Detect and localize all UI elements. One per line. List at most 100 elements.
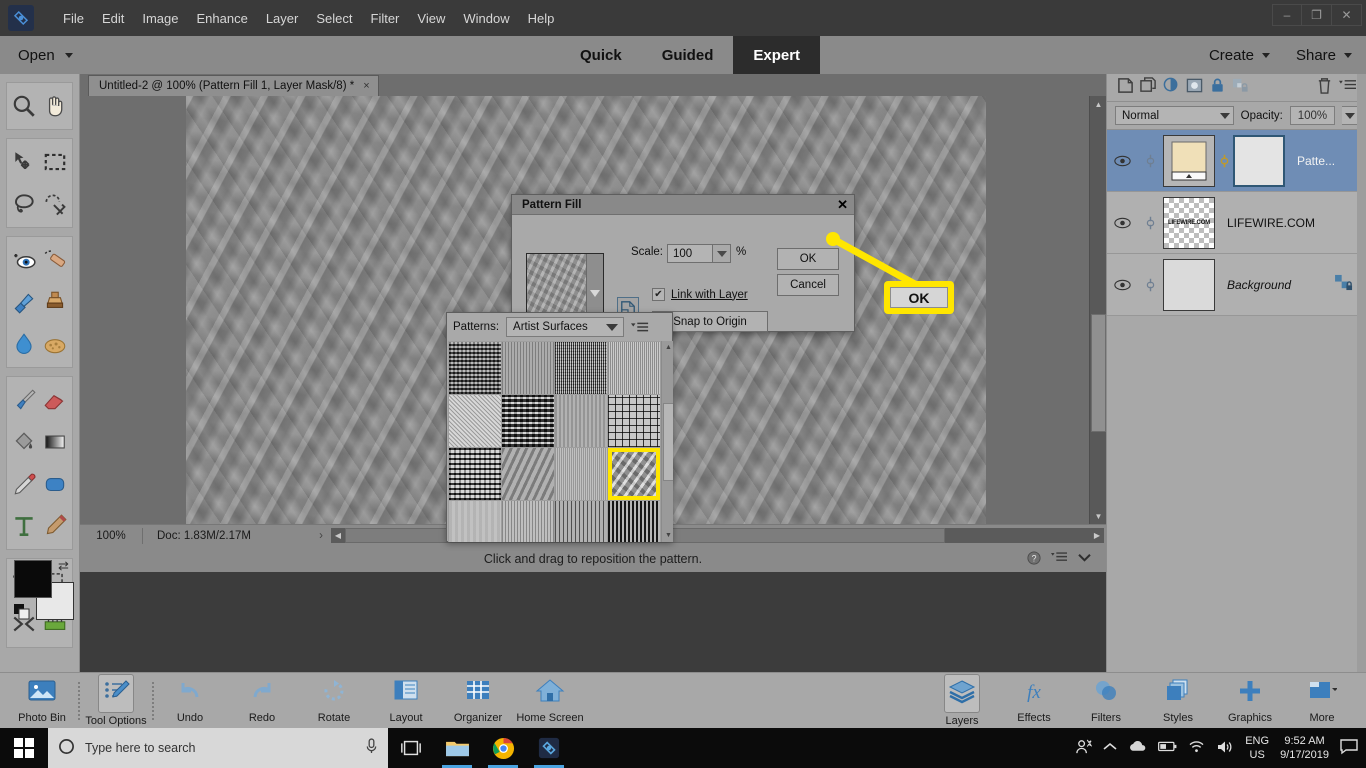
eye-icon[interactable] <box>1107 155 1137 167</box>
red-eye-removal-tool[interactable] <box>9 239 40 281</box>
pattern-swatch-fine-grain-light[interactable] <box>608 342 660 394</box>
panel-menu-icon[interactable] <box>1051 551 1067 567</box>
menu-edit[interactable]: Edit <box>93 7 133 30</box>
layers-button[interactable]: Layers <box>926 674 998 728</box>
pattern-swatch-paper-plain[interactable] <box>555 395 607 447</box>
sponge-tool[interactable] <box>40 323 71 365</box>
close-button[interactable]: ✕ <box>1332 4 1362 26</box>
language-indicator[interactable]: ENG US <box>1245 734 1269 762</box>
shape-tool[interactable] <box>40 463 71 505</box>
open-button[interactable]: Open <box>18 47 73 64</box>
tab-guided[interactable]: Guided <box>642 36 734 74</box>
duplicate-layer-icon[interactable] <box>1140 76 1157 99</box>
scroll-right-arrow-icon[interactable]: ▶ <box>1090 528 1104 543</box>
lock-icon[interactable] <box>1209 77 1226 99</box>
tab-expert[interactable]: Expert <box>733 36 821 74</box>
pencil-tool[interactable] <box>40 505 71 547</box>
menu-window[interactable]: Window <box>454 7 518 30</box>
layer-row-background[interactable]: Background <box>1107 254 1366 316</box>
menu-layer[interactable]: Layer <box>257 7 308 30</box>
notification-icon[interactable] <box>1340 738 1358 758</box>
hand-tool[interactable] <box>40 85 71 127</box>
menu-enhance[interactable]: Enhance <box>188 7 257 30</box>
layer-thumbnail[interactable] <box>1163 258 1215 311</box>
link-with-layer-checkbox[interactable]: ✔ <box>652 288 665 301</box>
panel-menu-icon[interactable] <box>1339 77 1356 99</box>
file-explorer-icon[interactable] <box>434 728 480 768</box>
pattern-swatch-marble-mid[interactable] <box>502 448 554 500</box>
people-icon[interactable] <box>1075 738 1093 758</box>
pattern-grid[interactable] <box>448 341 661 542</box>
link-icon[interactable] <box>1137 277 1163 293</box>
battery-icon[interactable] <box>1158 741 1177 755</box>
chevron-down-icon[interactable] <box>1077 552 1092 566</box>
organizer-button[interactable]: Organizer <box>442 674 514 728</box>
create-button[interactable]: Create <box>1209 47 1270 64</box>
mask-link-icon[interactable] <box>1215 153 1233 169</box>
microphone-icon[interactable] <box>365 738 378 758</box>
volume-icon[interactable] <box>1216 740 1234 757</box>
search-input[interactable]: Type here to search <box>48 728 388 768</box>
effects-button[interactable]: fx Effects <box>998 674 1070 728</box>
filters-button[interactable]: Filters <box>1070 674 1142 728</box>
scrollbar-thumb[interactable] <box>1091 314 1106 432</box>
tool-options-button[interactable]: Tool Options <box>80 674 152 728</box>
windows-start-icon[interactable] <box>0 728 48 768</box>
menu-filter[interactable]: Filter <box>362 7 409 30</box>
layers-panel-scrollbar[interactable] <box>1357 74 1366 672</box>
quick-selection-tool[interactable] <box>40 183 71 225</box>
add-layer-icon[interactable] <box>1117 77 1134 99</box>
opacity-dropdown-arrow-icon[interactable] <box>1342 106 1358 125</box>
pattern-swatch-rough-plaster[interactable] <box>608 448 660 500</box>
onedrive-icon[interactable] <box>1128 740 1147 756</box>
scale-dropdown-arrow-icon[interactable] <box>713 244 731 263</box>
document-tab[interactable]: Untitled-2 @ 100% (Pattern Fill 1, Layer… <box>88 75 379 96</box>
move-tool[interactable] <box>9 141 40 183</box>
zoom-level[interactable]: 100% <box>80 530 142 542</box>
wifi-icon[interactable] <box>1188 740 1205 756</box>
photoshop-elements-icon[interactable] <box>526 728 572 768</box>
pattern-preview-swatch[interactable] <box>526 253 604 315</box>
scroll-down-arrow-icon[interactable]: ▼ <box>662 529 673 542</box>
default-colors-icon[interactable] <box>14 604 30 620</box>
more-button[interactable]: More <box>1286 674 1358 728</box>
panel-menu-icon[interactable] <box>631 320 649 334</box>
type-tool[interactable] <box>9 505 40 547</box>
home-screen-button[interactable]: Home Screen <box>514 674 586 728</box>
show-hidden-icons-chevron[interactable] <box>1103 742 1117 755</box>
clock[interactable]: 9:52 AM 9/17/2019 <box>1280 734 1329 762</box>
close-icon[interactable]: × <box>363 80 369 92</box>
layer-thumbnail[interactable]: LIFEWIRE.COM <box>1163 196 1215 249</box>
swap-colors-icon[interactable]: ⇄ <box>58 558 69 574</box>
menu-select[interactable]: Select <box>307 7 361 30</box>
rotate-button[interactable]: Rotate <box>298 674 370 728</box>
link-icon[interactable] <box>1137 215 1163 231</box>
restore-button[interactable]: ❐ <box>1302 4 1332 26</box>
pattern-picker-dropdown-arrow-icon[interactable] <box>586 254 603 314</box>
pattern-swatch-smooth-light[interactable] <box>449 501 501 542</box>
menu-view[interactable]: View <box>408 7 454 30</box>
link-icon[interactable] <box>1137 153 1163 169</box>
pattern-preset-select[interactable]: Artist Surfaces <box>506 317 625 337</box>
pattern-swatch-burlap-dark[interactable] <box>449 342 501 394</box>
gradient-tool[interactable] <box>40 421 71 463</box>
redo-button[interactable]: Redo <box>226 674 298 728</box>
status-expand-arrow-icon[interactable]: › <box>313 530 329 542</box>
rectangular-marquee-tool[interactable] <box>40 141 71 183</box>
adjustment-layer-icon[interactable] <box>1163 77 1180 99</box>
eye-icon[interactable] <box>1107 217 1137 229</box>
clone-stamp-tool[interactable] <box>40 281 71 323</box>
ok-button[interactable]: OK <box>777 248 839 270</box>
undo-button[interactable]: Undo <box>154 674 226 728</box>
foreground-color-swatch[interactable] <box>14 560 52 598</box>
pattern-swatch-mosaic-dark[interactable] <box>502 395 554 447</box>
blur-tool[interactable] <box>9 323 40 365</box>
layer-row-pattern-fill[interactable]: Patte... <box>1107 130 1366 192</box>
layer-mask-thumbnail[interactable] <box>1233 134 1285 187</box>
zoom-tool[interactable] <box>9 85 40 127</box>
menu-help[interactable]: Help <box>519 7 564 30</box>
blend-mode-select[interactable]: Normal <box>1115 106 1234 125</box>
pattern-grid-scrollbar[interactable]: ▲ ▼ <box>661 341 673 542</box>
pattern-scrollbar-thumb[interactable] <box>663 403 673 481</box>
brush-tool[interactable] <box>9 379 40 421</box>
